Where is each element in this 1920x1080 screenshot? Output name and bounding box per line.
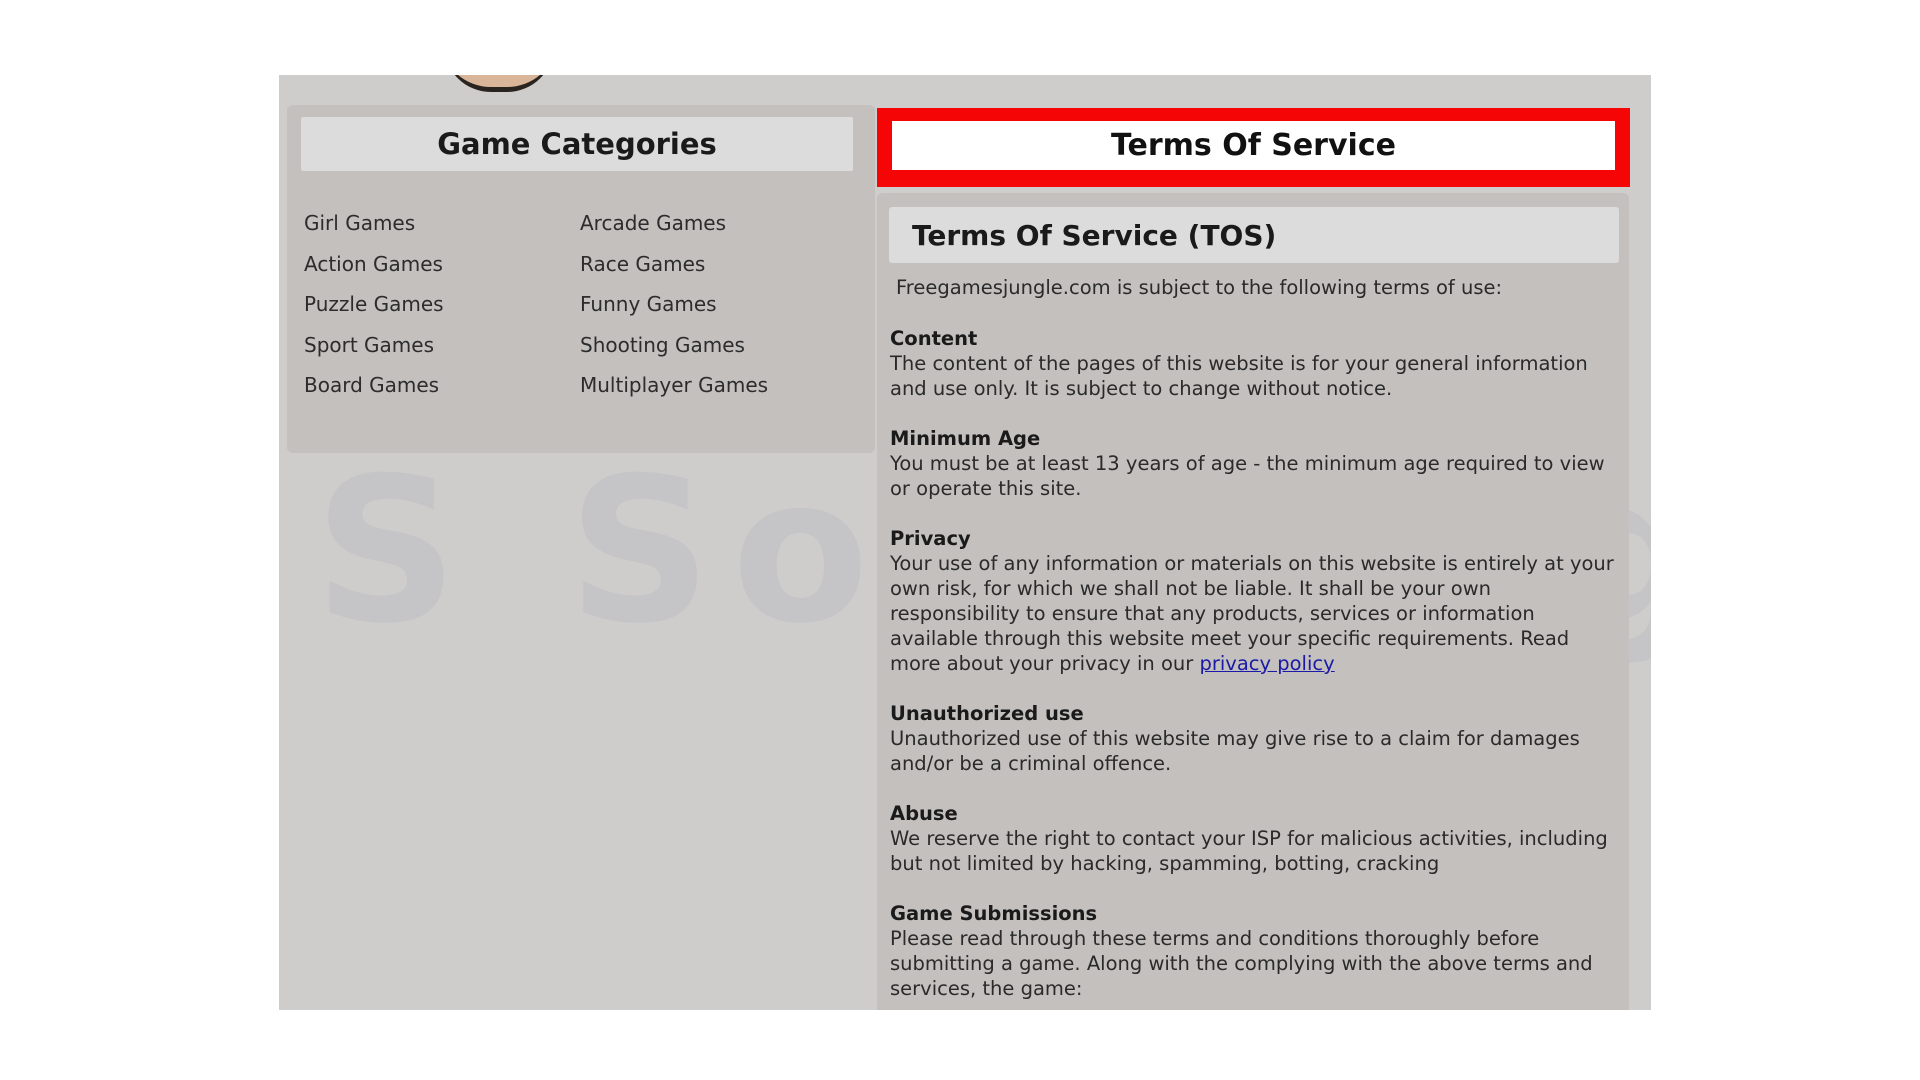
tos-section-content: Content The content of the pages of this… <box>890 326 1625 401</box>
section-text: Please read through these terms and cond… <box>890 927 1593 1000</box>
tos-subheader: Terms Of Service (TOS) <box>889 207 1619 263</box>
category-link-multiplayer-games[interactable]: Multiplayer Games <box>580 373 768 414</box>
tos-section-minimum-age: Minimum Age You must be at least 13 year… <box>890 426 1625 501</box>
game-categories-panel: Game Categories Girl Games Action Games … <box>287 105 875 453</box>
tos-section-game-submissions: Game Submissions Please read through the… <box>890 901 1625 1001</box>
section-heading: Game Submissions <box>890 902 1098 925</box>
category-link-action-games[interactable]: Action Games <box>304 252 444 293</box>
category-link-board-games[interactable]: Board Games <box>304 373 444 414</box>
section-text: Unauthorized use of this website may giv… <box>890 727 1580 775</box>
mascot-logo-fragment <box>444 75 554 92</box>
category-link-puzzle-games[interactable]: Puzzle Games <box>304 292 444 333</box>
section-heading: Abuse <box>890 802 958 825</box>
game-categories-title: Game Categories <box>437 127 717 161</box>
game-categories-header: Game Categories <box>301 117 853 171</box>
section-text: Your use of any information or materials… <box>890 551 1625 676</box>
terms-of-service-title: Terms Of Service <box>1111 128 1396 163</box>
privacy-policy-link[interactable]: privacy policy <box>1199 652 1334 675</box>
tos-section-abuse: Abuse We reserve the right to contact yo… <box>890 801 1625 876</box>
section-text: We reserve the right to contact your ISP… <box>890 827 1608 875</box>
category-link-shooting-games[interactable]: Shooting Games <box>580 333 768 374</box>
section-text: You must be at least 13 years of age - t… <box>890 452 1605 500</box>
category-column-2: Arcade Games Race Games Funny Games Shoo… <box>580 211 768 414</box>
terms-content-panel: Terms Of Service (TOS) Freegamesjungle.c… <box>877 193 1629 1010</box>
terms-of-service-highlight: Terms Of Service <box>877 108 1630 187</box>
section-heading: Minimum Age <box>890 427 1041 450</box>
category-column-1: Girl Games Action Games Puzzle Games Spo… <box>304 211 444 414</box>
tos-intro: Freegamesjungle.com is subject to the fo… <box>896 276 1503 299</box>
terms-of-service-header: Terms Of Service <box>892 121 1615 170</box>
tos-body: Freegamesjungle.com is subject to the fo… <box>890 275 1625 1010</box>
section-text: The content of the pages of this website… <box>890 352 1588 400</box>
tos-section-unauthorized-use: Unauthorized use Unauthorized use of thi… <box>890 701 1625 776</box>
site-screenshot: S Sourcingor Game Categories Girl Games … <box>279 75 1651 1010</box>
section-heading: Content <box>890 327 978 350</box>
tos-subtitle: Terms Of Service (TOS) <box>912 218 1277 252</box>
section-heading: Privacy <box>890 527 971 550</box>
category-link-sport-games[interactable]: Sport Games <box>304 333 444 374</box>
section-heading: Unauthorized use <box>890 702 1084 725</box>
category-link-race-games[interactable]: Race Games <box>580 252 768 293</box>
category-link-girl-games[interactable]: Girl Games <box>304 211 444 252</box>
category-link-funny-games[interactable]: Funny Games <box>580 292 768 333</box>
tos-section-privacy: Privacy Your use of any information or m… <box>890 526 1625 676</box>
category-link-arcade-games[interactable]: Arcade Games <box>580 211 768 252</box>
